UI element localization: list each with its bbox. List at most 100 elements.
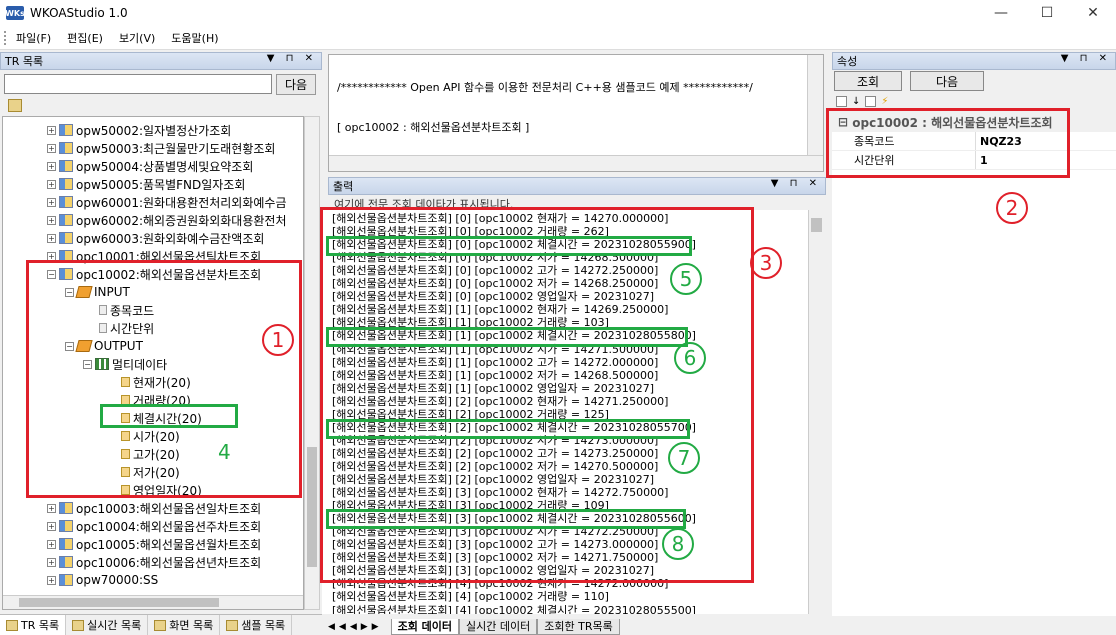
title-bar: WKs WKOAStudio 1.0 — ☐ ✕ xyxy=(0,0,1116,26)
panel-controls-icon[interactable]: ▼ ⊓ ✕ xyxy=(267,53,317,64)
menu-edit[interactable]: 편집(E) xyxy=(59,30,111,46)
properties-panel-title: 속성 xyxy=(837,55,858,68)
tr-book-icon xyxy=(59,214,73,226)
realtime-icon xyxy=(72,619,85,631)
annotation-circle-1: 1 xyxy=(262,324,294,356)
tree-item[interactable]: + opw70000:SS xyxy=(47,571,158,589)
code-tr-line: [ opc10002 : 해외선물옵션분차트조회 ] xyxy=(337,121,530,134)
annotation-number-4: 4 xyxy=(218,440,231,464)
tree-item[interactable]: + opw60001:원화대용환전처리외화예수금 xyxy=(47,193,287,211)
code-vertical-scrollbar[interactable] xyxy=(807,55,823,155)
properties-next-button[interactable]: 다음 xyxy=(910,71,984,91)
tr-book-icon xyxy=(59,160,73,172)
scroll-thumb[interactable] xyxy=(19,598,219,607)
expand-icon[interactable]: + xyxy=(47,521,56,531)
annotation-box-5 xyxy=(326,236,692,256)
code-header-line: /************ Open API 함수를 이용한 전문처리 C++용… xyxy=(337,81,753,94)
tree-item[interactable]: + opc10003:해외선물옵션일차트조회 xyxy=(47,499,261,517)
tab-sample-list[interactable]: 샘플 목록 xyxy=(220,615,293,635)
code-view[interactable]: /************ Open API 함수를 이용한 전문처리 C++용… xyxy=(328,54,824,172)
tree-item-label: opw50002:일자별정산가조회 xyxy=(76,123,232,138)
expand-icon[interactable]: + xyxy=(47,197,56,207)
tab-screen-list[interactable]: 화면 목록 xyxy=(148,615,221,635)
scroll-thumb[interactable] xyxy=(307,447,317,567)
tr-book-icon xyxy=(59,124,73,136)
property-pages-icon[interactable] xyxy=(865,95,877,107)
menu-file[interactable]: 파일(F) xyxy=(8,30,59,46)
annotation-box-6 xyxy=(326,327,688,347)
expand-icon[interactable]: + xyxy=(47,143,56,153)
tree-item-label: opw50003:최근월물만기도래현황조회 xyxy=(76,141,276,156)
tree-item[interactable]: + opc10005:해외선물옵션월차트조회 xyxy=(47,535,261,553)
menu-help[interactable]: 도움말(H) xyxy=(163,30,226,46)
tree-item-label: opw50005:품목별FND일자조회 xyxy=(76,177,246,192)
menu-bar: 파일(F) 편집(E) 보기(V) 도움말(H) xyxy=(0,26,1116,50)
tree-item-label: opw70000:SS xyxy=(76,573,159,587)
scroll-thumb[interactable] xyxy=(811,218,822,232)
categorized-icon[interactable] xyxy=(836,95,847,107)
output-panel-header: 출력 ▼ ⊓ ✕ xyxy=(328,177,826,195)
tree-item[interactable]: + opc10006:해외선물옵션년차트조회 xyxy=(47,553,261,571)
panel-controls-icon[interactable]: ▼ ⊓ ✕ xyxy=(1061,53,1111,64)
tab-label: 화면 목록 xyxy=(169,619,214,632)
expand-icon[interactable]: + xyxy=(47,161,56,171)
tab-realtime-data[interactable]: 실시간 데이터 xyxy=(459,618,538,635)
tr-panel-header: TR 목록 ▼ ⊓ ✕ xyxy=(0,52,322,70)
tr-book-icon xyxy=(59,178,73,190)
output-vertical-scrollbar[interactable] xyxy=(808,210,824,614)
expand-icon[interactable]: + xyxy=(47,179,56,189)
tree-item-label: opc10003:해외선물옵션일차트조회 xyxy=(76,501,262,516)
tree-item[interactable]: + opw60003:원화외화예수금잔액조회 xyxy=(47,229,264,247)
expand-icon[interactable]: + xyxy=(47,557,56,567)
annotation-circle-7: 7 xyxy=(668,442,700,474)
tree-horizontal-scrollbar[interactable] xyxy=(3,595,303,609)
tr-next-button[interactable]: 다음 xyxy=(276,74,316,95)
close-button[interactable]: ✕ xyxy=(1070,0,1116,26)
expand-icon[interactable]: + xyxy=(47,125,56,135)
tab-tr-list[interactable]: TR 목록 xyxy=(0,615,67,635)
tab-label: TR 목록 xyxy=(21,619,60,632)
tree-item-label: opc10004:해외선물옵션주차트조회 xyxy=(76,519,262,534)
tab-label: 샘플 목록 xyxy=(241,619,286,632)
tree-item-label: opc10005:해외선물옵션월차트조회 xyxy=(76,537,262,552)
tab-realtime-list[interactable]: 실시간 목록 xyxy=(66,615,149,635)
tree-item[interactable]: + opw60002:해외증권원화외화대용환전처 xyxy=(47,211,287,229)
sort-alpha-icon[interactable]: ↓ xyxy=(852,96,860,107)
tree-item[interactable]: + opc10004:해외선물옵션주차트조회 xyxy=(47,517,261,535)
panel-controls-icon[interactable]: ▼ ⊓ ✕ xyxy=(771,178,821,189)
annotation-circle-6: 6 xyxy=(674,342,706,374)
tree-vertical-scrollbar[interactable] xyxy=(304,116,320,610)
tr-search-input[interactable] xyxy=(4,74,272,94)
properties-panel-header: 속성 ▼ ⊓ ✕ xyxy=(832,52,1116,70)
output-tabs: ◀◀◀▶▶ 조회 데이터 실시간 데이터 조회한 TR목록 xyxy=(328,618,828,635)
screen-icon xyxy=(154,619,167,631)
tr-book-icon xyxy=(59,142,73,154)
tr-panel-title: TR 목록 xyxy=(5,55,44,68)
tree-item[interactable]: + opw50005:품목별FND일자조회 xyxy=(47,175,245,193)
tree-item[interactable]: + opw50003:최근월물만기도래현황조회 xyxy=(47,139,275,157)
folder-icon[interactable] xyxy=(8,99,22,112)
tab-queried-tr-list[interactable]: 조회한 TR목록 xyxy=(537,618,620,635)
output-panel-title: 출력 xyxy=(333,180,354,193)
expand-icon[interactable]: + xyxy=(47,233,56,243)
output-line: [해외선물옵션분차트조회] [4] [opc10002 거래량 = 110] xyxy=(332,590,609,604)
tree-item[interactable]: + opw50002:일자별정산가조회 xyxy=(47,121,231,139)
expand-icon[interactable]: + xyxy=(47,575,56,585)
app-logo-icon: WKs xyxy=(5,6,25,20)
code-horizontal-scrollbar[interactable] xyxy=(329,155,823,171)
expand-icon[interactable]: + xyxy=(47,503,56,513)
expand-icon[interactable]: + xyxy=(47,539,56,549)
tab-query-data[interactable]: 조회 데이터 xyxy=(390,618,460,635)
expand-icon[interactable]: + xyxy=(47,215,56,225)
tr-book-icon xyxy=(59,196,73,208)
minimize-button[interactable]: — xyxy=(978,0,1024,26)
tree-item-label: opc10006:해외선물옵션년차트조회 xyxy=(76,555,262,570)
tr-book-icon xyxy=(59,520,73,532)
menu-view[interactable]: 보기(V) xyxy=(111,30,163,46)
tab-nav-arrows-icon[interactable]: ◀◀◀▶▶ xyxy=(328,622,383,632)
property-grid: ⊟ opc10002 : 해외선물옵션분차트조회 종목코드 NQZ23 시간단위… xyxy=(832,112,1116,616)
query-button[interactable]: 조회 xyxy=(834,71,902,91)
tree-item[interactable]: + opw50004:상품별명세및요약조회 xyxy=(47,157,253,175)
maximize-button[interactable]: ☐ xyxy=(1024,0,1070,26)
events-lightning-icon[interactable]: ⚡ xyxy=(881,96,888,107)
